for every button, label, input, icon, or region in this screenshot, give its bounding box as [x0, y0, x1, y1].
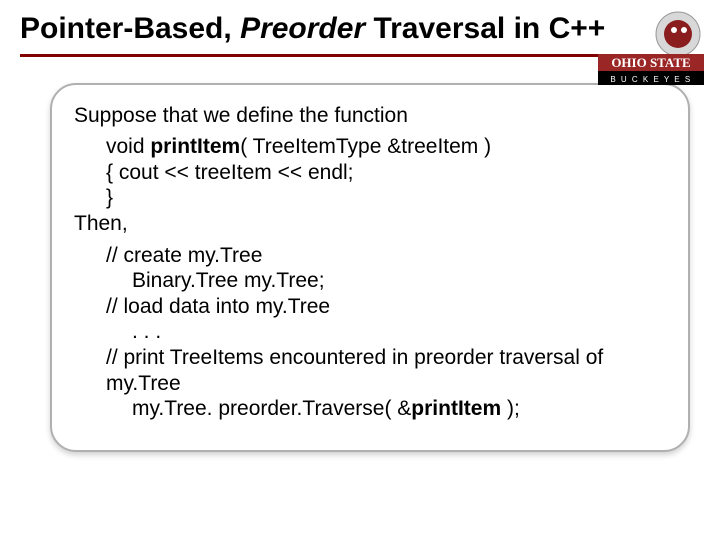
logo-bottom-text: B U C K E Y E S [610, 75, 691, 84]
line-3: { cout << treeItem << endl; [74, 160, 666, 186]
line-2c: ( TreeItemType &treeItem ) [240, 135, 491, 158]
content-box: Suppose that we define the function void… [50, 83, 690, 452]
line-11a: my.Tree. preorder.Traverse( & [132, 397, 411, 420]
line-2: void printItem( TreeItemType &treeItem ) [74, 134, 666, 160]
line-2a: void [106, 135, 150, 158]
logo-top-text: OHIO STATE [611, 55, 690, 70]
line-9: . . . [74, 319, 666, 345]
line-2b: printItem [150, 135, 240, 158]
line-11: my.Tree. preorder.Traverse( &printItem )… [74, 396, 666, 422]
slide: Pointer-Based, Preorder Traversal in C++… [0, 0, 720, 540]
line-8: // load data into my.Tree [74, 294, 666, 320]
line-1: Suppose that we define the function [74, 103, 666, 129]
line-5: Then, [74, 211, 666, 237]
title-italic: Preorder [240, 12, 365, 45]
line-4: } [74, 185, 666, 211]
line-6: // create my.Tree [74, 243, 666, 269]
title-part2: Traversal in C++ [365, 12, 605, 45]
line-11c: ); [501, 397, 520, 420]
ohio-state-logo: OHIO STATE B U C K E Y E S [596, 6, 706, 92]
line-10: // print TreeItems encountered in preord… [74, 345, 666, 396]
title-part1: Pointer-Based, [20, 12, 240, 45]
line-7: Binary.Tree my.Tree; [74, 268, 666, 294]
line-11b: printItem [411, 397, 501, 420]
